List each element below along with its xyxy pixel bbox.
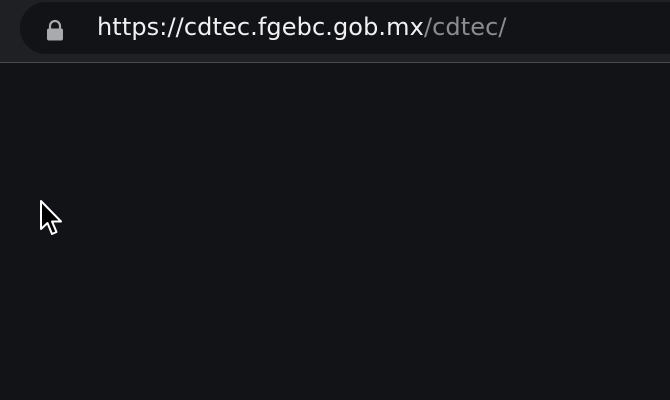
url-text[interactable]: https://cdtec.fgebc.gob.mx/cdtec/ [97, 11, 507, 43]
page-content [0, 64, 670, 400]
browser-toolbar: https://cdtec.fgebc.gob.mx/cdtec/ [0, 0, 670, 63]
url-host: https://cdtec.fgebc.gob.mx [97, 13, 424, 41]
url-path: /cdtec/ [423, 13, 507, 41]
mouse-pointer-icon [39, 199, 65, 239]
lock-icon[interactable] [45, 19, 65, 41]
